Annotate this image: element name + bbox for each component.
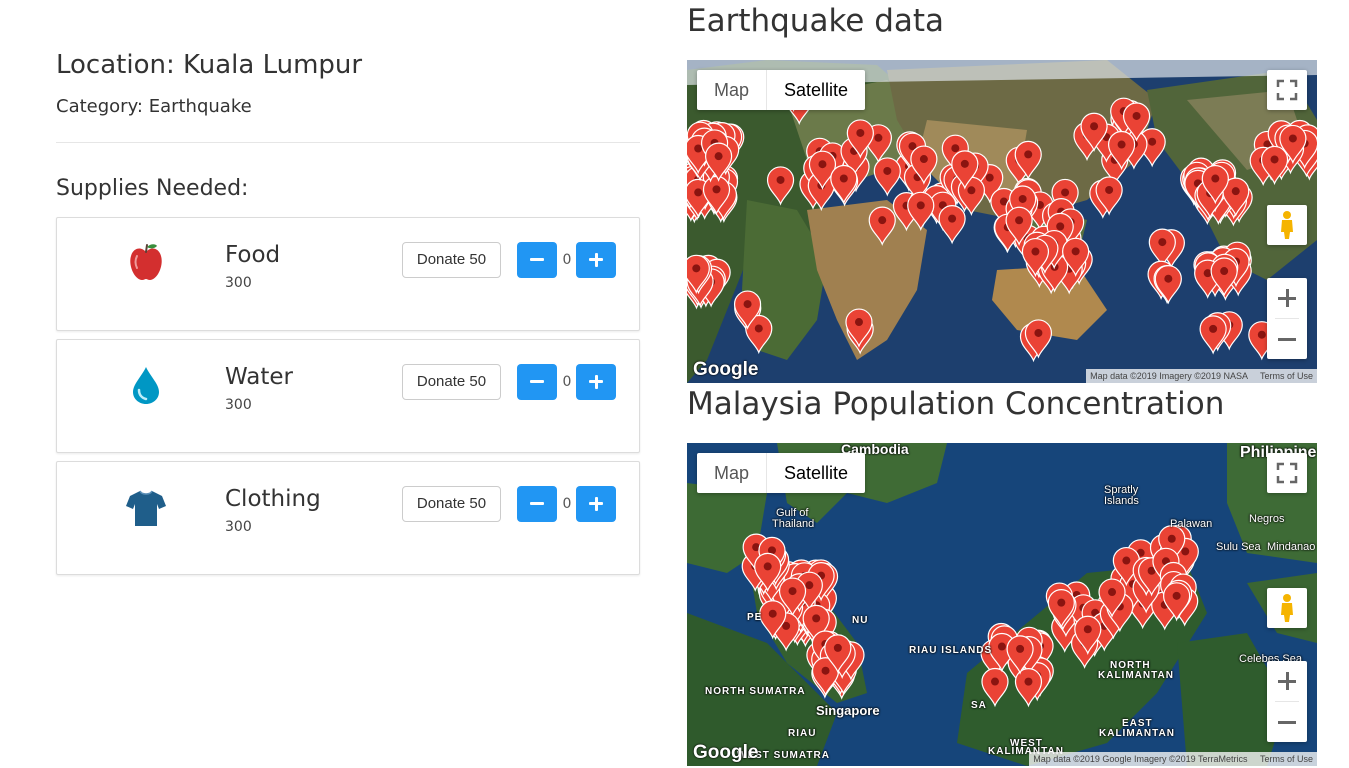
donation-count: 0 [562,496,572,512]
donation-count: 0 [562,374,572,390]
map-marker[interactable] [873,157,901,197]
attribution-text: Map data ©2019 Imagery ©2019 NASA [1090,371,1248,381]
map-label-negros: Negros [1249,513,1285,525]
donate-button[interactable]: Donate 50 [402,242,501,278]
zoom-out-button[interactable] [1267,702,1307,742]
earthquake-map[interactable]: Map Satellite Google Map data ©2019 Imag… [687,60,1317,383]
population-map-title: Malaysia Population Concentration [687,386,1225,422]
map-type-map-button[interactable]: Map [697,70,766,110]
zoom-out-button[interactable] [1267,319,1307,359]
map-type-satellite-button[interactable]: Satellite [766,453,865,493]
map-marker[interactable] [1199,315,1227,355]
apple-icon [130,244,162,280]
supply-card-food: Food 300 Donate 50 0 [56,217,640,331]
increment-button[interactable] [576,242,616,278]
map-label-thailand: Thailand [772,518,815,530]
donation-count: 0 [562,252,572,268]
map-marker[interactable] [868,206,896,246]
increment-button[interactable] [576,486,616,522]
map-label-islands: Islands [1104,495,1139,507]
map-type-control: Map Satellite [697,453,866,493]
decrement-button[interactable] [517,242,557,278]
donate-button[interactable]: Donate 50 [402,486,501,522]
supply-name: Water [225,364,293,390]
category-title: Category: Earthquake [56,96,252,117]
terms-of-use-link[interactable]: Terms of Use [1260,371,1313,381]
fullscreen-button[interactable] [1267,70,1307,110]
attribution-text: Map data ©2019 Google Imagery ©2019 Terr… [1033,754,1248,764]
supply-amount: 300 [225,519,252,535]
street-view-pegman[interactable] [1267,588,1307,628]
population-map[interactable]: Cambodia Philippine Spratly Islands Gulf… [687,443,1317,766]
map-marker[interactable] [907,191,935,232]
zoom-control [1267,278,1307,359]
map-marker[interactable] [1154,265,1182,305]
map-label-singapore: Singapore [816,703,880,718]
google-logo: Google [693,742,759,763]
increment-button[interactable] [576,364,616,400]
map-type-map-button[interactable]: Map [697,453,766,493]
zoom-in-button[interactable] [1267,278,1307,318]
supply-amount: 300 [225,397,252,413]
location-title: Location: Kuala Lumpur [56,50,363,80]
earthquake-map-title: Earthquake data [687,3,945,39]
map-label-sa: SA [971,700,987,711]
map-label-riau-islands: RIAU ISLANDS [909,645,993,656]
fullscreen-icon [1276,79,1298,101]
map-label-sulu-sea: Sulu Sea [1216,541,1261,553]
supplies-title: Supplies Needed: [56,176,249,201]
fullscreen-button[interactable] [1267,453,1307,493]
map-label-kalimantan-east: KALIMANTAN [1099,728,1175,739]
pegman-icon [1281,594,1293,622]
map-marker[interactable] [830,164,858,205]
map-type-control: Map Satellite [697,70,866,110]
map-attribution: Map data ©2019 Imagery ©2019 NASA Terms … [1086,369,1317,383]
google-logo: Google [693,359,759,380]
divider [56,142,640,143]
map-label-north-sumatra: NORTH SUMATRA [705,686,806,697]
supply-card-water: Water 300 Donate 50 0 [56,339,640,453]
decrement-button[interactable] [517,364,557,400]
pegman-icon [1281,211,1293,239]
map-marker[interactable] [766,166,795,206]
terms-of-use-link[interactable]: Terms of Use [1260,754,1313,764]
map-label-pe: PE [747,612,763,623]
supply-name: Clothing [225,486,321,512]
map-marker[interactable] [938,205,966,245]
map-type-satellite-button[interactable]: Satellite [766,70,865,110]
donate-button[interactable]: Donate 50 [402,364,501,400]
supply-name: Food [225,242,281,268]
map-label-kalimantan: KALIMANTAN [1098,670,1174,681]
zoom-control [1267,661,1307,742]
tshirt-icon [126,490,166,526]
zoom-in-button[interactable] [1267,661,1307,701]
water-drop-icon [133,367,159,404]
map-label-mindanao: Mindanao [1267,541,1316,553]
street-view-pegman[interactable] [1267,205,1307,245]
map-label-palawan: Palawan [1170,518,1213,530]
map-label-riau: RIAU [788,728,817,739]
fullscreen-icon [1276,462,1298,484]
decrement-button[interactable] [517,486,557,522]
supply-card-clothing: Clothing 300 Donate 50 0 [56,461,640,575]
map-label-nu: NU [852,615,869,626]
supply-amount: 300 [225,275,252,291]
map-attribution: Map data ©2019 Google Imagery ©2019 Terr… [1029,752,1317,766]
